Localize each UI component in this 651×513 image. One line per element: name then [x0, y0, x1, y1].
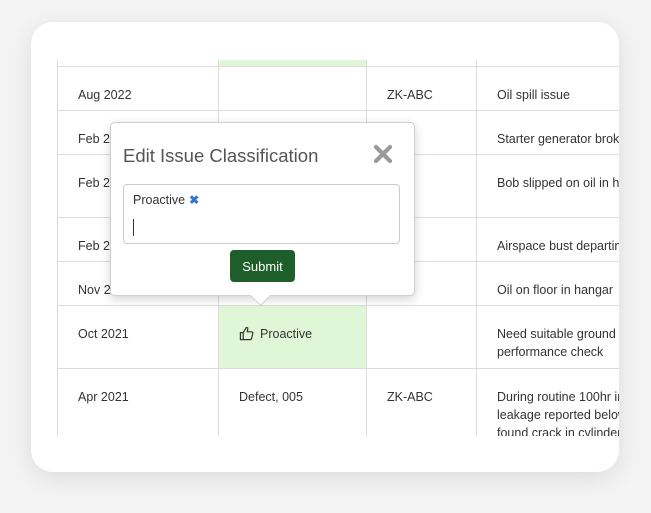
description-cell: Starter generator broke	[476, 110, 619, 155]
registration-cell	[366, 305, 477, 369]
table-row[interactable]: Apr 2021 Defect, 005 ZK-ABC During routi…	[57, 368, 619, 436]
table-row[interactable]: Aug 2022 ZK-ABC Oil spill issue	[57, 66, 619, 111]
tag-proactive: Proactive ✖	[133, 193, 199, 207]
close-icon[interactable]	[372, 143, 394, 165]
description-cell: Bob slipped on oil in ha	[476, 154, 619, 218]
description-cell: Airspace bust departing	[476, 217, 619, 262]
thumbs-up-icon	[239, 326, 254, 346]
date-cell: Oct 2021	[57, 305, 219, 369]
classification-label: Proactive	[260, 327, 313, 341]
classification-cell[interactable]	[218, 66, 367, 111]
date-cell: Aug 2022	[57, 66, 219, 111]
description-cell: Oil on floor in hangar	[476, 261, 619, 306]
description-cell: During routine 100hr in leakage reported…	[476, 368, 619, 436]
registration-cell: ZK-ABC	[366, 368, 477, 436]
submit-button[interactable]: Submit	[230, 250, 295, 282]
edit-classification-popover: Edit Issue Classification Proactive ✖ Sub…	[110, 122, 415, 307]
registration-cell: ZK-ABC	[366, 66, 477, 111]
date-cell: Apr 2021	[57, 368, 219, 436]
description-cell: Oil spill issue	[476, 66, 619, 111]
remove-tag-icon[interactable]: ✖	[189, 193, 199, 207]
classification-tag-input[interactable]: Proactive ✖	[123, 184, 400, 244]
text-cursor	[133, 219, 134, 236]
classification-cell[interactable]: Defect, 005	[218, 368, 367, 436]
table-row[interactable]: Oct 2021 Proactive Need suitable ground …	[57, 305, 619, 369]
popover-title: Edit Issue Classification	[123, 145, 319, 166]
classification-cell[interactable]: Proactive	[218, 305, 367, 369]
tag-label: Proactive	[133, 193, 186, 207]
description-cell: Need suitable ground r out performance c…	[476, 305, 619, 369]
